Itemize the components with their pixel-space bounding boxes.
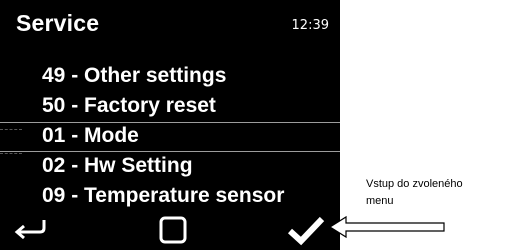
confirm-button[interactable] (286, 214, 326, 246)
page-title: Service (16, 10, 100, 36)
menu-item-factory-reset[interactable]: 50 - Factory reset (0, 92, 340, 122)
screen-header: Service 12:39 (0, 0, 340, 40)
back-arrow-icon (14, 220, 46, 240)
menu-item-label: 09 - Temperature sensor (42, 184, 285, 207)
menu-item-other-settings[interactable]: 49 - Other settings (0, 62, 340, 92)
menu-item-label: 50 - Factory reset (42, 94, 216, 117)
callout-arrow-icon (328, 215, 445, 239)
menu-item-label: 01 - Mode (42, 124, 139, 147)
square-icon (159, 216, 187, 244)
back-button[interactable] (12, 214, 52, 246)
annotation: Vstup do zvoleného menu (366, 176, 511, 210)
middle-button[interactable] (154, 214, 194, 246)
menu-item-label: 49 - Other settings (42, 64, 227, 87)
menu-item-mode-selected[interactable]: 01 - Mode (0, 122, 340, 152)
softkey-bar (0, 210, 340, 250)
menu-item-label: 02 - Hw Setting (42, 154, 193, 177)
service-menu: 49 - Other settings 50 - Factory reset 0… (0, 62, 340, 212)
leader-line (0, 129, 22, 130)
leader-line (0, 153, 22, 154)
checkmark-icon (287, 216, 325, 246)
menu-item-hw-setting[interactable]: 02 - Hw Setting (0, 152, 340, 182)
clock: 12:39 (291, 18, 329, 33)
menu-item-temperature-sensor[interactable]: 09 - Temperature sensor (0, 182, 340, 212)
device-screen: Service 12:39 49 - Other settings 50 - F… (0, 0, 340, 250)
annotation-text-line1: Vstup do zvoleného (366, 178, 463, 190)
